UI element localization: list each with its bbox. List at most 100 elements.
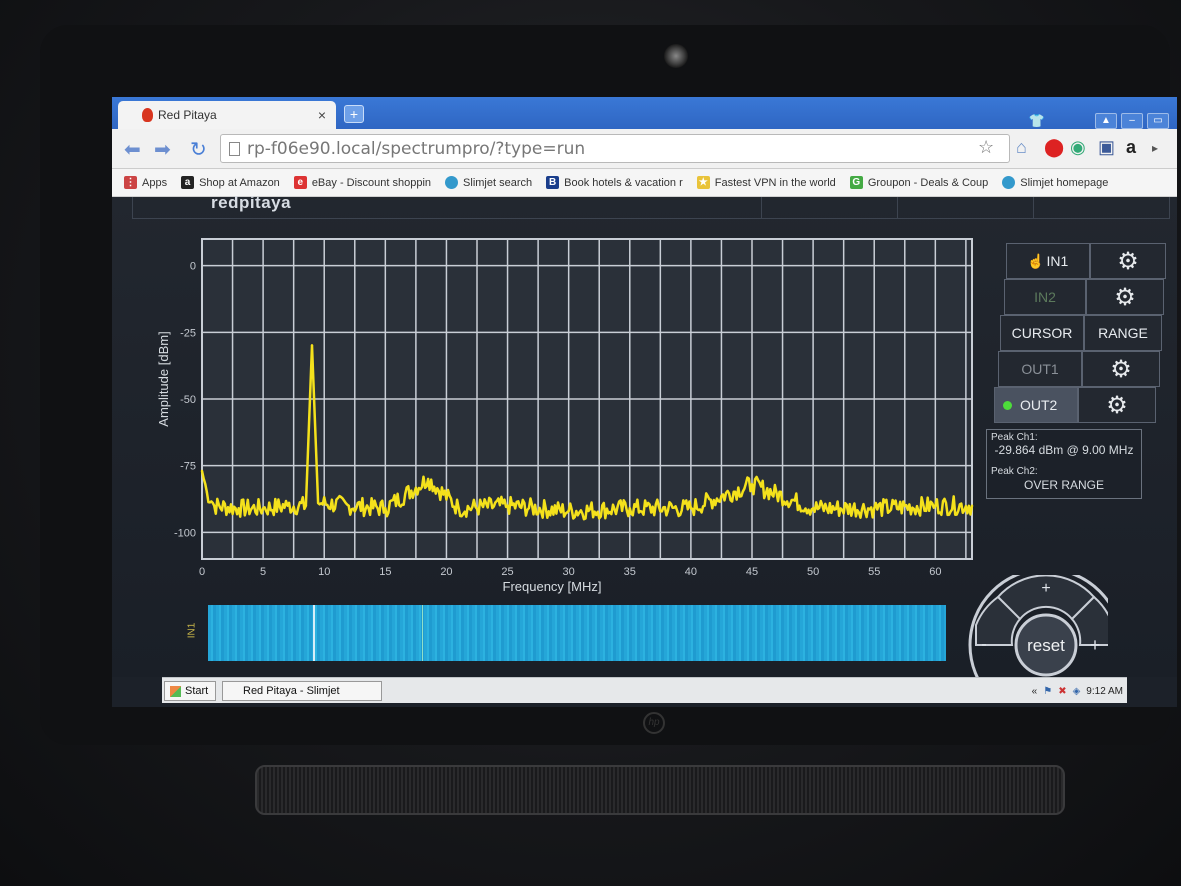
bookmark-slimjet-search[interactable]: Slimjet search [445, 176, 532, 189]
amazon-icon: a [181, 176, 195, 189]
forward-arrow-icon[interactable]: ➡ [154, 137, 171, 162]
bookmark-vpn[interactable]: ★ Fastest VPN in the world [696, 176, 836, 189]
waterfall-peak-line [313, 605, 315, 661]
bookmark-booking[interactable]: B Book hotels & vacation r [546, 176, 683, 189]
data-point [205, 491, 209, 494]
home-icon[interactable]: ⌂ [1016, 137, 1027, 158]
pan-right-label: + [1090, 635, 1101, 655]
data-point [237, 507, 240, 510]
cursor-button[interactable]: CURSOR [1000, 315, 1084, 351]
x-tick-label: 40 [685, 566, 697, 578]
star-icon[interactable]: ☆ [978, 137, 994, 158]
adblock-icon[interactable]: ⬤ [1044, 137, 1064, 158]
peak-ch1-label: Peak Ch1: [991, 432, 1038, 443]
x-tick-label: 15 [379, 566, 391, 578]
x-axis-label: Frequency [MHz] [503, 579, 602, 594]
tab-title: Red Pitaya [158, 108, 217, 122]
bookmark-groupon[interactable]: G Groupon - Deals & Coup [849, 176, 989, 189]
bookmark-label: Groupon - Deals & Coup [867, 176, 989, 189]
close-tab-icon[interactable]: × [318, 107, 326, 123]
x-tick-label: 45 [746, 566, 758, 578]
address-bar[interactable]: rp-f06e90.local/spectrumpro/?type=run [220, 134, 1010, 163]
bookmark-label: Apps [142, 176, 168, 189]
webcam [664, 44, 688, 68]
ebay-extension-icon[interactable]: ◉ [1070, 137, 1086, 158]
bookmark-label: Fastest VPN in the world [714, 176, 836, 189]
x-tick-label: 35 [624, 566, 636, 578]
maximize-icon[interactable]: ▭ [1147, 113, 1169, 129]
x-tick-label: 55 [868, 566, 880, 578]
data-point [811, 507, 815, 510]
peak-readout: Peak Ch1: -29.864 dBm @ 9.00 MHz Peak Ch… [986, 429, 1142, 499]
data-point [310, 344, 314, 347]
peak-ch2-value: OVER RANGE [1023, 478, 1104, 492]
app-logo: redpitaya [211, 193, 292, 212]
volume-icon[interactable]: ◈ [1073, 686, 1081, 697]
system-tray: « ⚑ ✖ ◈ 9:12 AM [1032, 681, 1123, 701]
data-point [750, 483, 754, 486]
bookmark-label: eBay - Discount shoppin [311, 176, 432, 189]
y-tick-label: -25 [180, 327, 196, 339]
tray-expand-icon[interactable]: « [1032, 686, 1038, 697]
in1-label: IN1 [1046, 253, 1069, 269]
vpn-icon: ★ [696, 176, 710, 189]
bookmark-ebay[interactable]: e eBay - Discount shoppin [293, 176, 432, 189]
back-arrow-icon[interactable]: ⬅ [124, 137, 141, 162]
clock[interactable]: 9:12 AM [1086, 686, 1123, 697]
header-divider [897, 197, 898, 219]
hand-cursor-icon: ☝ [1027, 252, 1045, 269]
data-point [934, 504, 937, 507]
network-icon[interactable]: ⚑ [1043, 686, 1052, 697]
y-tick-label: 0 [190, 261, 196, 273]
data-point [426, 477, 430, 481]
y-tick-label: -100 [174, 527, 196, 539]
out1-button[interactable]: OUT1 [998, 351, 1082, 387]
waterfall-channel-label: IN1 [186, 622, 198, 639]
groupon-icon: G [849, 176, 863, 189]
start-button[interactable]: Start [164, 681, 216, 701]
out1-settings-gear-icon[interactable]: ⚙ [1082, 351, 1160, 387]
tab-red-pitaya[interactable]: Red Pitaya × [118, 101, 336, 129]
in2-label: IN2 [1034, 289, 1056, 305]
new-tab-button[interactable]: + [344, 105, 364, 123]
data-point [261, 507, 265, 510]
data-point [506, 504, 509, 507]
bookmark-slimjet-homepage[interactable]: Slimjet homepage [1002, 176, 1108, 189]
x-tick-label: 20 [440, 566, 452, 578]
minimize-icon[interactable]: – [1121, 113, 1143, 129]
globe-icon [1002, 176, 1016, 189]
user-icon[interactable]: ▲ [1095, 113, 1117, 129]
facebook-icon[interactable]: ▣ [1098, 137, 1115, 158]
hp-logo: hp [643, 712, 665, 734]
bookmark-apps[interactable]: ⋮ Apps [124, 176, 167, 189]
page-icon [229, 142, 240, 156]
data-point [567, 509, 570, 513]
out2-button[interactable]: OUT2 [994, 387, 1078, 423]
out1-label: OUT1 [1021, 361, 1059, 377]
bookmark-label: Slimjet search [463, 176, 533, 189]
bookmark-amazon[interactable]: a Shop at Amazon [181, 176, 280, 189]
peak-ch2-label: Peak Ch2: [991, 466, 1038, 477]
taskbar-window-slimjet[interactable]: Red Pitaya - Slimjet [222, 681, 382, 701]
in1-settings-gear-icon[interactable]: ⚙ [1090, 243, 1166, 279]
bookmark-label: Slimjet homepage [1020, 176, 1109, 189]
app-header: redpitaya [132, 193, 1170, 219]
data-point [873, 507, 876, 510]
theme-shirt-icon[interactable]: 👕 [1029, 113, 1045, 129]
data-point [384, 507, 387, 510]
range-button[interactable]: RANGE [1084, 315, 1162, 351]
in2-button[interactable]: IN2 [1004, 279, 1086, 315]
out2-settings-gear-icon[interactable]: ⚙ [1078, 387, 1156, 423]
start-label: Start [185, 685, 209, 697]
spectrum-chart: 0 5 10 15 20 25 30 35 40 45 50 55 60 0 -25 -50 -75 -100 Fr… [156, 238, 974, 594]
chevron-right-icon[interactable]: ▸ [1152, 141, 1158, 155]
in1-button[interactable]: ☝ IN1 [1006, 243, 1090, 279]
status-dot-icon [1003, 400, 1012, 410]
amazon-extension-icon[interactable]: a [1126, 137, 1136, 158]
security-icon[interactable]: ✖ [1058, 686, 1066, 697]
x-tick-label: 10 [318, 566, 330, 578]
windows-taskbar: Start Red Pitaya - Slimjet « ⚑ ✖ ◈ 9:12 … [162, 677, 1127, 703]
reload-icon[interactable]: ↻ [190, 137, 207, 162]
header-divider [761, 197, 762, 219]
in2-settings-gear-icon[interactable]: ⚙ [1086, 279, 1164, 315]
